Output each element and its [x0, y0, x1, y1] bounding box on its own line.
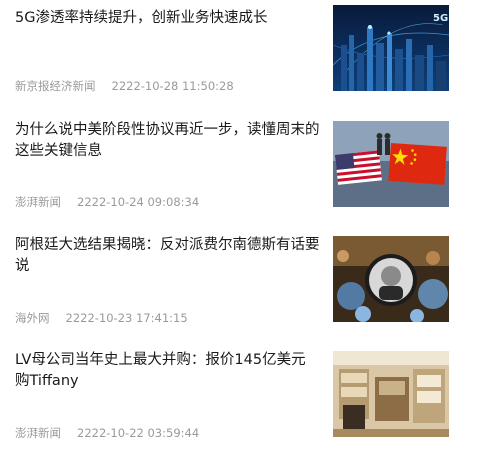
news-time: 2222-10-23 17:41:15: [65, 311, 188, 325]
news-title[interactable]: LV母公司当年史上最大并购：报价145亿美元购Tiffany: [15, 350, 320, 392]
news-meta: 新京报经济新闻 2222-10-28 11:50:28: [15, 78, 234, 94]
news-title[interactable]: 为什么说中美阶段性协议再近一步，读懂周末的这些关键信息: [15, 120, 320, 162]
news-source: 澎湃新闻: [15, 195, 61, 209]
news-title[interactable]: 阿根廷大选结果揭晓：反对派费尔南德斯有话要说: [15, 235, 320, 277]
news-list: 5G渗透率持续提升，创新业务快速成长 新京报经济新闻 2222-10-28 11:…: [0, 0, 479, 452]
news-meta: 澎湃新闻 2222-10-24 09:08:34: [15, 194, 199, 210]
news-item[interactable]: 5G渗透率持续提升，创新业务快速成长 新京报经济新闻 2222-10-28 11:…: [0, 0, 479, 110]
news-time: 2222-10-28 11:50:28: [111, 79, 234, 93]
news-item[interactable]: 阿根廷大选结果揭晓：反对派费尔南德斯有话要说 海外网 2222-10-23 17:…: [0, 230, 479, 340]
tiffany-store-image[interactable]: [333, 351, 449, 437]
argentina-rally-image[interactable]: [333, 236, 449, 322]
news-time: 2222-10-24 09:08:34: [77, 195, 200, 209]
5g-city-image[interactable]: 5G: [333, 5, 449, 91]
svg-text:5G: 5G: [433, 13, 448, 24]
news-time: 2222-10-22 03:59:44: [77, 426, 200, 440]
news-item[interactable]: LV母公司当年史上最大并购：报价145亿美元购Tiffany 澎湃新闻 2222-…: [0, 345, 479, 452]
news-source: 海外网: [15, 311, 50, 325]
us-china-flags-image[interactable]: [333, 121, 449, 207]
news-meta: 澎湃新闻 2222-10-22 03:59:44: [15, 425, 199, 441]
news-source: 新京报经济新闻: [15, 79, 96, 93]
news-title[interactable]: 5G渗透率持续提升，创新业务快速成长: [15, 8, 320, 29]
news-item[interactable]: 为什么说中美阶段性协议再近一步，读懂周末的这些关键信息 澎湃新闻 2222-10-…: [0, 115, 479, 225]
news-meta: 海外网 2222-10-23 17:41:15: [15, 310, 188, 326]
news-source: 澎湃新闻: [15, 426, 61, 440]
